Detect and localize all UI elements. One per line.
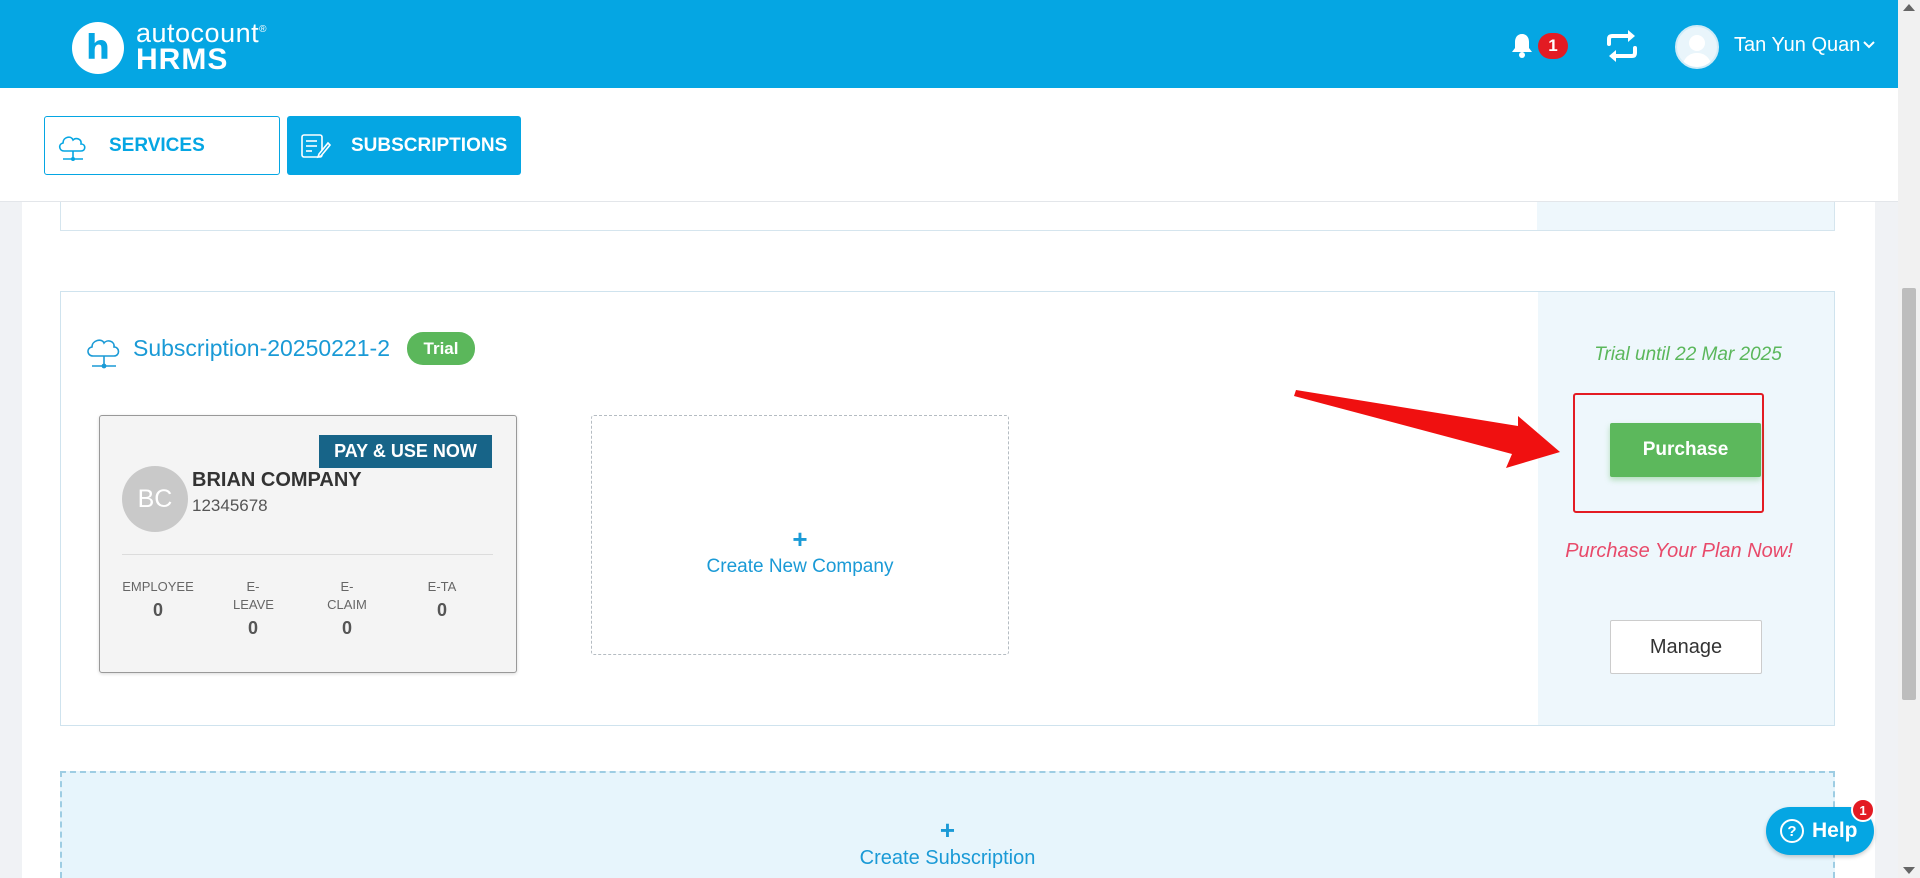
company-card[interactable]: PAY & USE NOW BC BRIAN COMPANY 12345678 … [99,415,517,673]
stat-e-leave: E-LEAVE 0 [233,579,274,638]
top-navbar: h autocount® HRMS 1 Tan Yun Quan [0,0,1898,88]
trial-badge: Trial [407,332,475,365]
subscription-card: Subscription-20250221-2 Trial PAY & USE … [60,291,1835,726]
plus-icon: + [939,815,956,845]
logo-product: HRMS [136,43,229,76]
user-name[interactable]: Tan Yun Quan [1734,34,1860,57]
app-logo[interactable]: h autocount® HRMS [72,20,267,75]
cloud-network-icon [87,339,120,369]
scrollbar-thumb[interactable] [1902,288,1916,700]
bell-icon[interactable] [1510,32,1534,58]
create-new-company-label: Create New Company [706,556,894,577]
company-id: 12345678 [192,496,268,515]
tab-subscriptions-label: SUBSCRIPTIONS [351,134,508,156]
question-icon: ? [1780,819,1804,843]
stat-employee: EMPLOYEE 0 [122,579,194,620]
tabs-bar: SERVICES SUBSCRIPTIONS [0,88,1898,202]
manage-button[interactable]: Manage [1610,620,1762,674]
user-avatar[interactable] [1675,25,1719,69]
scrollbar[interactable] [1898,0,1920,878]
tab-services[interactable]: SERVICES [44,116,280,175]
scroll-up-icon[interactable] [1903,4,1915,11]
user-silhouette-icon [1682,35,1712,67]
purchase-button[interactable]: Purchase [1610,423,1761,477]
tab-services-label: SERVICES [109,134,205,156]
subscription-title[interactable]: Subscription-20250221-2 [133,335,390,362]
tab-subscriptions[interactable]: SUBSCRIPTIONS [287,116,521,175]
logo-mark: h [72,21,124,74]
red-arrow-annotation-icon [1294,390,1560,468]
divider [122,554,493,555]
create-new-company-button[interactable]: + Create New Company [591,415,1009,655]
create-subscription-label: Create Subscription [859,847,1036,869]
chevron-down-icon[interactable] [1862,38,1876,52]
help-badge: 1 [1851,798,1875,822]
logo-trademark: ® [259,24,267,35]
cloud-network-icon [58,136,86,161]
purchase-prompt: Purchase Your Plan Now! [1565,540,1793,562]
stat-e-claim: E-CLAIM 0 [327,579,367,638]
company-name: BRIAN COMPANY [192,469,362,491]
notification-badge[interactable]: 1 [1538,33,1568,59]
create-subscription-button[interactable]: + Create Subscription [60,771,1835,878]
stat-e-ta: E-TA 0 [427,579,457,620]
switch-company-icon[interactable] [1603,28,1641,64]
help-label: Help [1812,819,1858,842]
pay-and-use-now-badge[interactable]: PAY & USE NOW [319,435,492,468]
document-edit-icon [301,134,332,159]
scroll-down-icon[interactable] [1903,867,1915,874]
plus-icon: + [792,524,808,554]
company-avatar: BC [122,466,188,532]
trial-until-text: Trial until 22 Mar 2025 [1594,344,1782,365]
